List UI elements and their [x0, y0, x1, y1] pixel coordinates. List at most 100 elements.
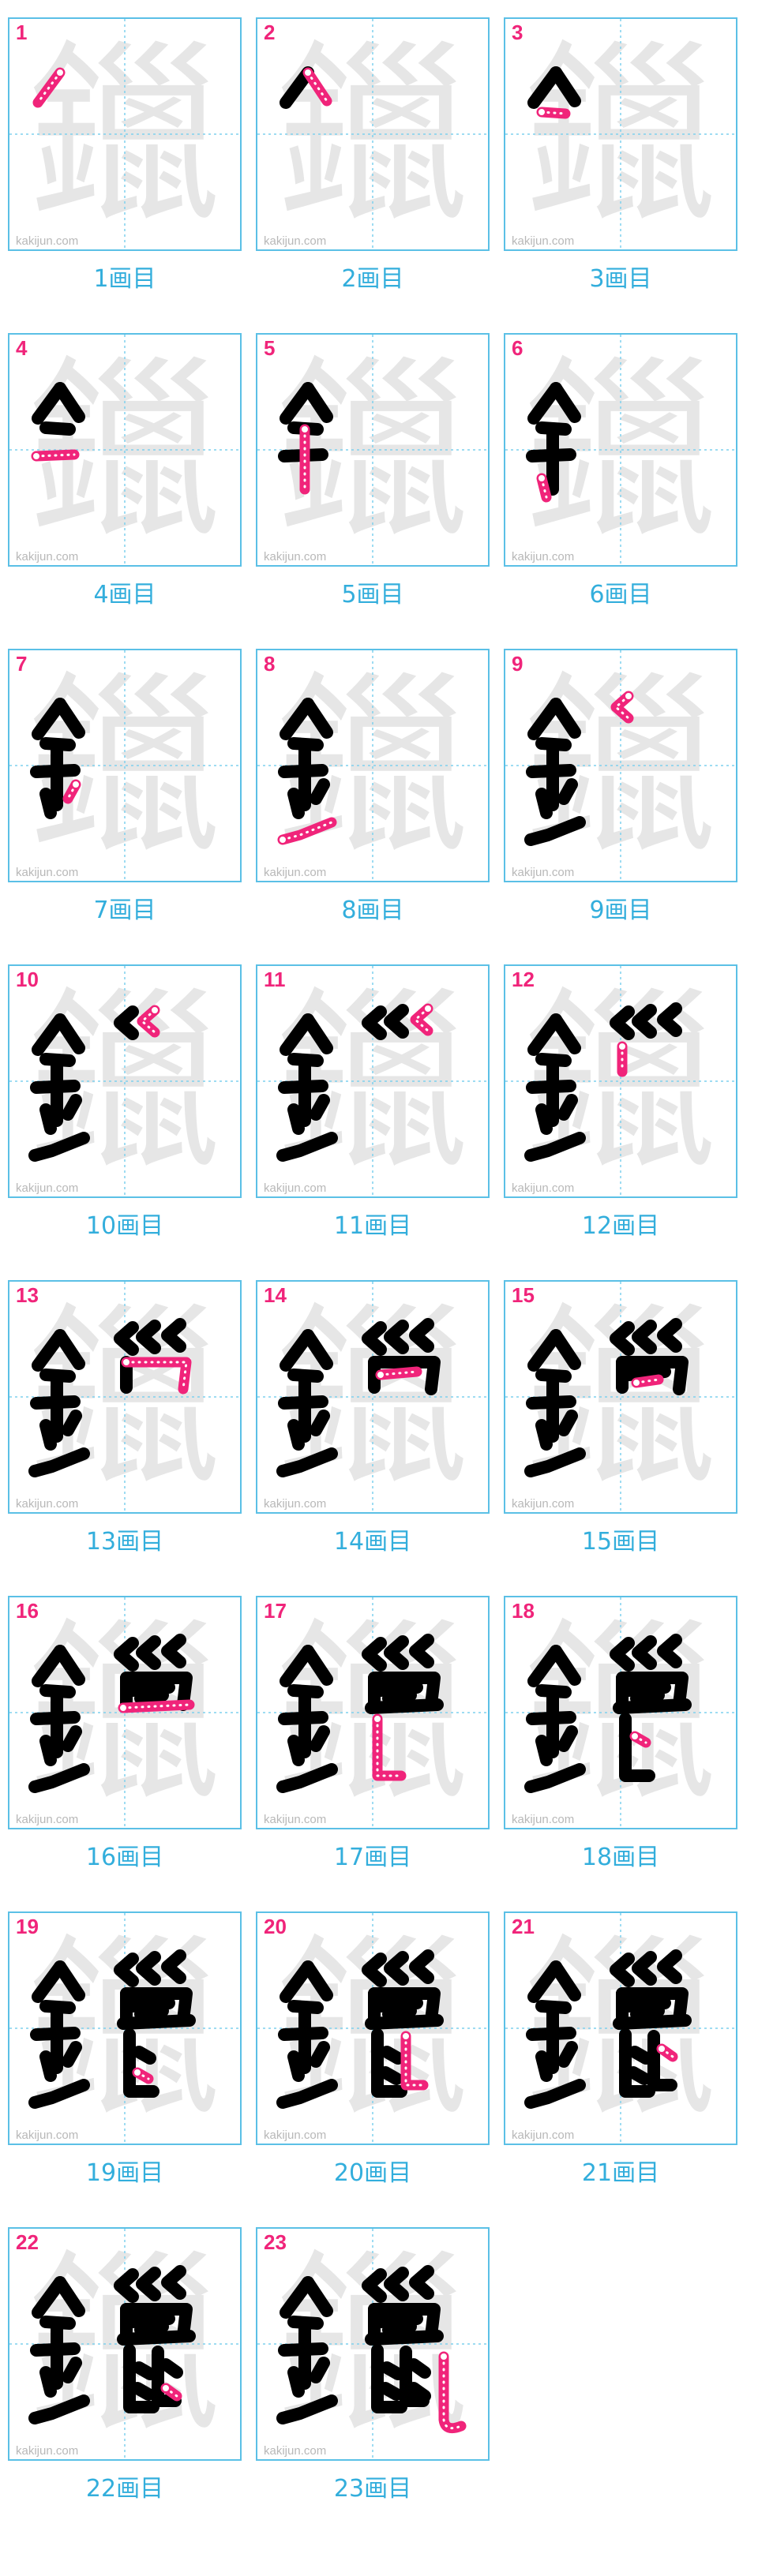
stroke-number: 6 [512, 336, 523, 360]
previous-stroke [134, 2005, 169, 2020]
watermark: kakijun.com [512, 1497, 575, 1511]
previous-stroke [287, 2366, 305, 2398]
previous-stroke [622, 1365, 671, 1381]
previous-stroke [310, 1094, 330, 1121]
previous-stroke [384, 1951, 409, 1986]
watermark: kakijun.com [264, 234, 327, 248]
stroke-start-dot [122, 1357, 131, 1367]
stroke-start-dot [401, 2031, 411, 2041]
previous-stroke [524, 2079, 586, 2109]
stroke-step-cell: 鑞 5 kakijun.com [256, 333, 490, 567]
previous-stroke [287, 788, 305, 819]
previous-stroke [362, 1005, 387, 1040]
stroke-number: 15 [512, 1283, 535, 1307]
previous-stroke [381, 2361, 404, 2380]
watermark: kakijun.com [16, 2129, 79, 2142]
kanji-stroke-drawing [505, 650, 736, 881]
stroke-caption: 3画目 [589, 265, 652, 293]
stroke-step-cell: 鑞 4 kakijun.com [8, 333, 242, 567]
stroke-step-cell: 鑞 15 kakijun.com [504, 1280, 737, 1514]
stroke-step-cell: 鑞 10 kakijun.com [8, 964, 242, 1198]
previous-stroke [550, 698, 581, 739]
previous-stroke [117, 2014, 196, 2030]
stroke-step-cell: 鑞 22 kakijun.com [8, 2227, 242, 2461]
previous-stroke [524, 816, 586, 846]
previous-stroke [302, 1329, 333, 1370]
stroke-start-dot [55, 68, 65, 77]
watermark: kakijun.com [264, 1813, 327, 1826]
previous-stroke [161, 1949, 186, 1984]
stroke-number: 3 [512, 21, 523, 44]
stroke-step-cell: 鑞 6 kakijun.com [504, 333, 737, 567]
stroke-start-dot [376, 1370, 385, 1380]
previous-stroke [409, 1318, 434, 1353]
previous-stroke [161, 1318, 186, 1353]
kanji-stroke-drawing [505, 1282, 736, 1512]
previous-stroke [159, 2358, 183, 2379]
stroke-start-dot [617, 1042, 627, 1051]
stroke-start-dot [423, 1004, 433, 1013]
previous-stroke [630, 1689, 665, 1705]
stroke-start-dot [71, 780, 81, 789]
previous-stroke [610, 1953, 635, 1987]
stroke-step-cell: 鑞 17 kakijun.com [256, 1596, 490, 1829]
stroke-caption: 1画目 [93, 265, 156, 293]
stroke-step-cell: 鑞 1 kakijun.com [8, 17, 242, 251]
previous-stroke [136, 1951, 161, 1986]
previous-stroke [287, 1735, 305, 1766]
previous-stroke [362, 2268, 387, 2303]
stroke-start-dot [657, 2044, 666, 2054]
stroke-start-dot [537, 474, 546, 483]
stroke-caption: 18画目 [581, 1844, 660, 1871]
watermark: kakijun.com [16, 1497, 79, 1511]
kanji-stroke-drawing [257, 19, 488, 249]
previous-stroke [134, 2320, 169, 2336]
stroke-step-cell: 鑞 20 kakijun.com [256, 1911, 490, 2145]
previous-stroke [302, 382, 333, 423]
stroke-start-dot [32, 451, 41, 461]
previous-stroke [610, 1321, 635, 1356]
kanji-stroke-drawing [257, 1913, 488, 2144]
previous-stroke [365, 2014, 444, 2030]
stroke-step-cell: 鑞 11 kakijun.com [256, 964, 490, 1198]
previous-stroke [632, 1320, 657, 1354]
previous-stroke [613, 1698, 692, 1714]
stroke-number: 23 [264, 2230, 287, 2254]
stroke-step-cell: 鑞 3 kakijun.com [504, 17, 737, 251]
stroke-number: 12 [512, 968, 535, 991]
previous-stroke [310, 778, 330, 805]
stroke-caption: 9画目 [589, 897, 652, 924]
kanji-stroke-drawing [257, 966, 488, 1196]
previous-stroke [557, 1410, 578, 1436]
stroke-number: 5 [264, 336, 276, 360]
previous-stroke [39, 1103, 57, 1135]
stroke-start-dot [373, 1714, 382, 1724]
stroke-start-dot [630, 1732, 640, 1741]
kanji-stroke-drawing [257, 650, 488, 881]
kanji-stroke-drawing [505, 19, 736, 249]
previous-stroke [409, 2265, 434, 2300]
previous-stroke [28, 2079, 90, 2109]
previous-stroke [28, 1447, 90, 1477]
previous-stroke [627, 2066, 651, 2085]
previous-stroke [136, 2267, 161, 2301]
previous-stroke [39, 788, 57, 819]
stroke-step-cell: 鑞 21 kakijun.com [504, 1911, 737, 2145]
watermark: kakijun.com [264, 1497, 327, 1511]
previous-stroke [54, 1960, 85, 2001]
stroke-start-dot [537, 107, 546, 117]
stroke-step-cell: 鑞 8 kakijun.com [256, 649, 490, 882]
kanji-stroke-drawing [9, 1282, 240, 1512]
kanji-stroke-drawing [257, 2229, 488, 2459]
current-stroke [400, 2031, 429, 2091]
previous-stroke [28, 2394, 90, 2424]
previous-stroke [657, 1002, 682, 1037]
previous-stroke [610, 1005, 635, 1040]
previous-stroke [550, 1960, 581, 2001]
previous-stroke [133, 2046, 156, 2065]
stroke-start-dot [439, 2352, 448, 2361]
previous-stroke [657, 1318, 682, 1353]
stroke-number: 4 [16, 336, 28, 360]
kanji-stroke-drawing [9, 1597, 240, 1828]
stroke-start-dot [300, 425, 310, 434]
